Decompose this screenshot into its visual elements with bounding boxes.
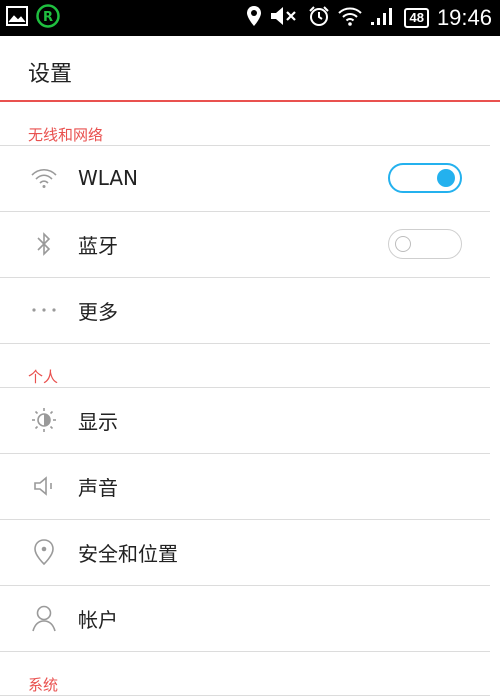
settings-item-label: 更多: [78, 299, 118, 324]
title-bar: 设置: [0, 36, 500, 102]
clock: 19:46: [436, 5, 492, 30]
wifi-icon: [30, 164, 58, 192]
wifi-icon: [338, 6, 363, 30]
divider: [0, 651, 490, 652]
section-header-personal: 个人: [28, 368, 59, 386]
section-header-wireless: 无线和网络: [28, 126, 104, 144]
section-header-system: 系统: [28, 676, 59, 694]
divider: [0, 343, 490, 344]
bluetooth-toggle[interactable]: [388, 229, 462, 259]
toggle-knob: [437, 169, 455, 187]
toggle-knob: [395, 236, 411, 252]
speaker-icon: [30, 472, 58, 500]
page-title: 设置: [28, 62, 73, 87]
settings-item-label: 显示: [78, 409, 118, 434]
settings-item-label: 蓝牙: [78, 233, 118, 258]
settings-item-more[interactable]: 更多: [0, 278, 490, 342]
signal-icon: [370, 6, 396, 30]
brightness-icon: [30, 406, 58, 434]
svg-text:R: R: [43, 10, 53, 25]
bluetooth-icon: [30, 230, 58, 258]
alarm-icon: [308, 5, 330, 31]
person-icon: [30, 604, 58, 632]
settings-item-label: 声音: [78, 475, 118, 500]
settings-item-bluetooth[interactable]: 蓝牙: [0, 212, 490, 276]
battery-indicator: 48: [404, 8, 429, 28]
settings-item-security-location[interactable]: 安全和位置: [0, 520, 490, 584]
location-pin-icon: [30, 538, 58, 566]
wlan-toggle[interactable]: [388, 163, 462, 193]
settings-item-wlan[interactable]: WLAN: [0, 146, 490, 210]
location-icon: [246, 5, 262, 31]
status-bar: R 48 19:46: [0, 0, 500, 36]
settings-item-label: 帐户: [78, 607, 118, 632]
settings-item-label: WLAN: [78, 166, 139, 190]
mute-icon: [270, 6, 300, 30]
settings-item-sound[interactable]: 声音: [0, 454, 490, 518]
settings-item-display[interactable]: 显示: [0, 388, 490, 452]
image-icon: [6, 5, 28, 31]
app-r-icon: R: [36, 4, 60, 32]
more-dots-icon: [30, 296, 58, 324]
settings-item-accounts[interactable]: 帐户: [0, 586, 490, 650]
settings-item-label: 安全和位置: [78, 541, 178, 566]
